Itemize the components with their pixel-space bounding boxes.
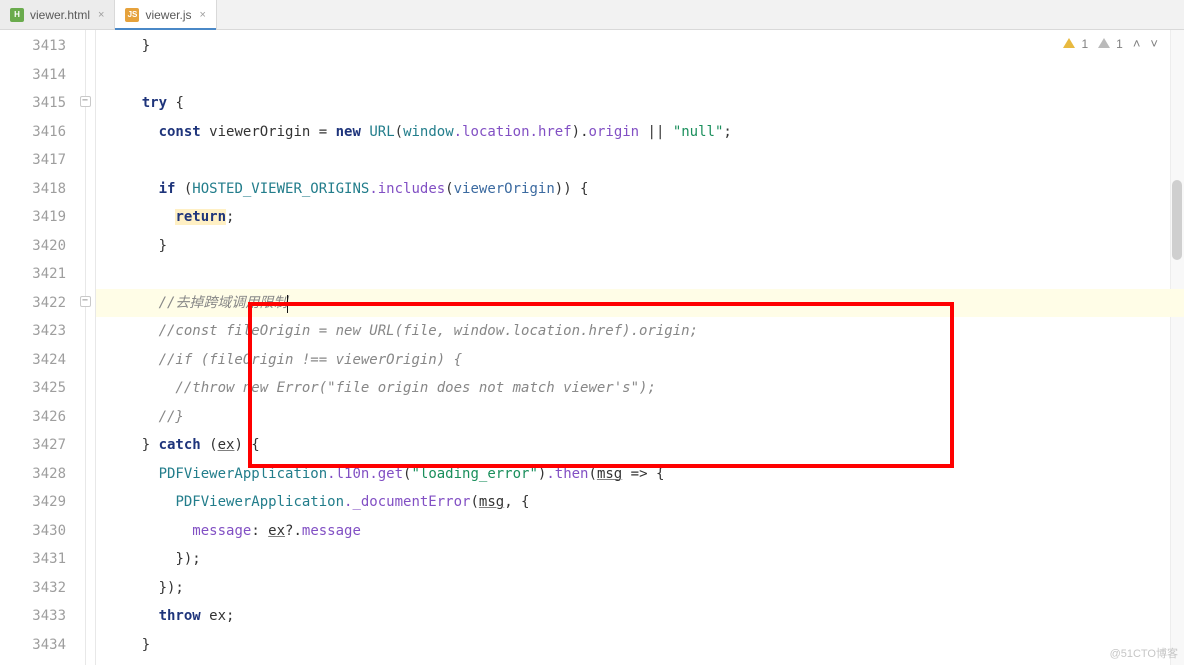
tab-viewer-html[interactable]: H viewer.html × — [0, 0, 115, 29]
js-file-icon: JS — [125, 8, 139, 22]
line-number: 3434 — [0, 631, 78, 660]
line-number: 3416 — [0, 118, 78, 147]
line-number: 3429 — [0, 488, 78, 517]
tab-label: viewer.js — [145, 8, 191, 22]
line-number-gutter: 3413341434153416341734183419342034213422… — [0, 30, 78, 665]
line-number: 3430 — [0, 517, 78, 546]
line-number: 3414 — [0, 61, 78, 90]
code-content[interactable]: } try { const viewerOrigin = new URL(win… — [96, 30, 1184, 665]
line-number: 3425 — [0, 374, 78, 403]
close-icon[interactable]: × — [197, 9, 207, 21]
code-editor[interactable]: 3413341434153416341734183419342034213422… — [0, 30, 1184, 665]
line-number: 3419 — [0, 203, 78, 232]
line-number: 3420 — [0, 232, 78, 261]
tab-viewer-js[interactable]: JS viewer.js × — [115, 0, 216, 29]
html-file-icon: H — [10, 8, 24, 22]
line-number: 3423 — [0, 317, 78, 346]
watermark: @51CTO博客 — [1110, 645, 1178, 661]
line-number: 3418 — [0, 175, 78, 204]
fold-marker[interactable] — [80, 296, 91, 307]
line-number: 3428 — [0, 460, 78, 489]
close-icon[interactable]: × — [96, 9, 106, 21]
line-number: 3432 — [0, 574, 78, 603]
line-number: 3421 — [0, 260, 78, 289]
tab-label: viewer.html — [30, 8, 90, 22]
line-number: 3413 — [0, 32, 78, 61]
line-number: 3426 — [0, 403, 78, 432]
line-number: 3427 — [0, 431, 78, 460]
line-number: 3417 — [0, 146, 78, 175]
line-number: 3422 — [0, 289, 78, 318]
line-number: 3431 — [0, 545, 78, 574]
line-number: 3424 — [0, 346, 78, 375]
fold-marker[interactable] — [80, 96, 91, 107]
fold-strip — [78, 30, 96, 665]
line-number: 3433 — [0, 602, 78, 631]
line-number: 3415 — [0, 89, 78, 118]
editor-tab-bar: H viewer.html × JS viewer.js × — [0, 0, 1184, 30]
